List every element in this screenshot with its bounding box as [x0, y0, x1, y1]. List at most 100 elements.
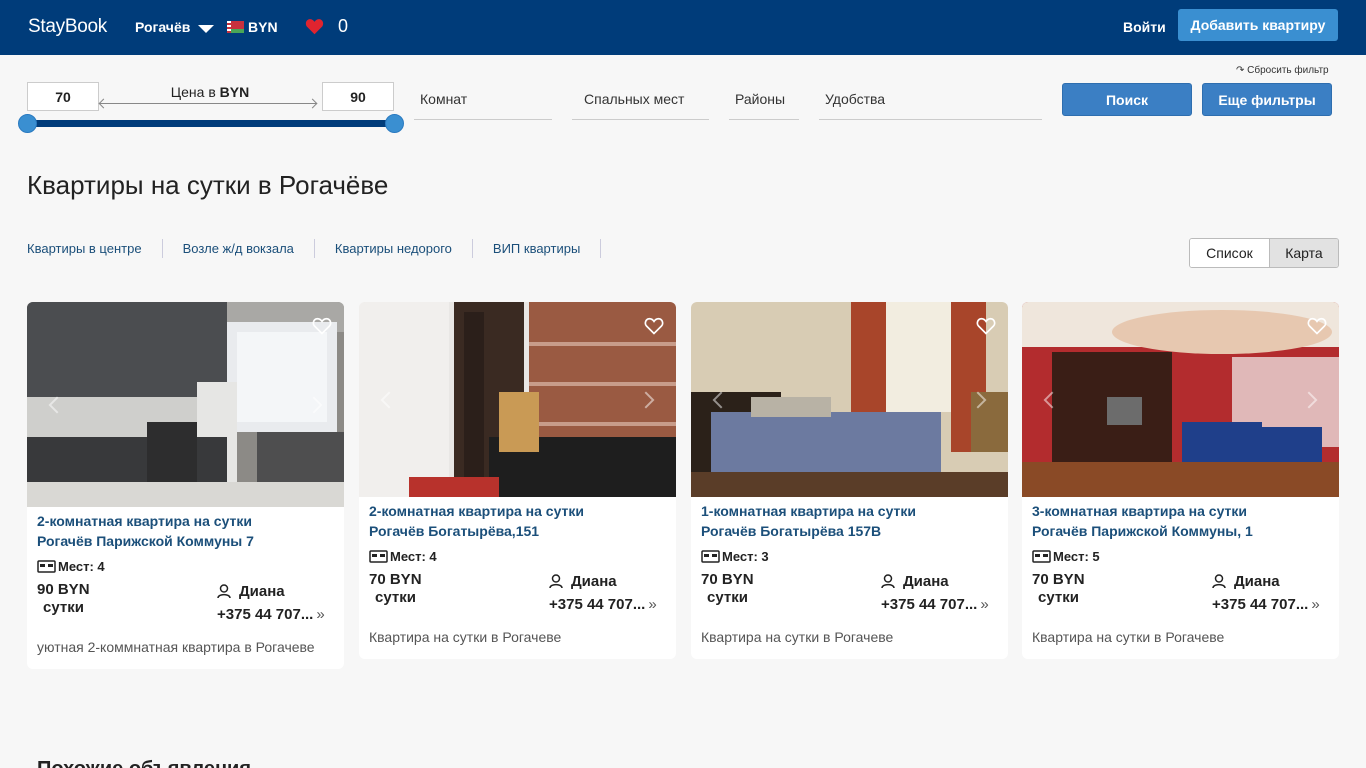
double-chevron-right-icon: »	[1311, 596, 1320, 613]
phone-number: +375 44 707...	[217, 606, 314, 623]
price-period: сутки	[375, 589, 416, 606]
kitchen-photo	[27, 302, 344, 507]
price-period: сутки	[707, 589, 748, 606]
bed-icon	[37, 560, 56, 573]
listing-title[interactable]: 2-комнатная квартира на сутки Рогачёв Бо…	[359, 497, 676, 541]
owner-name: Диана	[239, 583, 285, 600]
price-currency: BYN	[219, 84, 250, 100]
favorite-heart-icon[interactable]	[644, 316, 664, 336]
amenities-filter[interactable]: Удобства	[819, 91, 1042, 120]
listing-owner: Диана	[881, 573, 949, 590]
view-toggle: Список Карта	[1189, 238, 1339, 268]
favorite-heart-icon[interactable]	[312, 316, 332, 336]
listing-places: Мест: 5	[1022, 541, 1339, 567]
listing-price: 70 BYN сутки	[701, 571, 754, 607]
listing-description: Квартира на сутки в Рогачеве	[1032, 629, 1225, 645]
show-phone-link[interactable]: +375 44 707... »	[881, 596, 989, 613]
price-min-input[interactable]: 70	[27, 82, 99, 111]
price-slider-track[interactable]	[27, 120, 394, 127]
listing-description: уютная 2-коммнатная квартира в Рогачеве	[37, 639, 315, 655]
listing-photo-dining[interactable]	[359, 302, 676, 497]
user-icon	[1212, 574, 1226, 589]
listing-title-line1: 2-комнатная квартира на сутки	[37, 513, 253, 529]
show-phone-link[interactable]: +375 44 707... »	[217, 606, 325, 623]
living-room-photo	[1022, 302, 1339, 497]
listing-title-line2: Рогачёв Богатырёва,151	[369, 523, 540, 539]
listing-card[interactable]: 2-комнатная квартира на сутки Рогачёв Бо…	[359, 302, 676, 659]
bed-icon	[1032, 550, 1051, 563]
listing-price: 70 BYN сутки	[369, 571, 422, 607]
listing-owner: Диана	[1212, 573, 1280, 590]
places-count: Мест: 5	[1053, 549, 1100, 564]
city-label: Рогачёв	[135, 19, 191, 35]
city-selector[interactable]: Рогачёв	[135, 19, 215, 35]
listing-description: Квартира на сутки в Рогачеве	[701, 629, 894, 645]
price-value: 90 BYN	[37, 581, 90, 598]
quick-links: Квартиры в центре Возле ж/д вокзала Квар…	[27, 239, 602, 258]
phone-number: +375 44 707...	[1212, 596, 1309, 613]
reset-filter-link[interactable]: ↷ Сбросить фильтр	[1236, 65, 1329, 76]
listing-title-line1: 2-комнатная квартира на сутки	[369, 503, 585, 519]
favorite-heart-icon[interactable]	[1307, 316, 1327, 336]
belarus-flag-icon	[227, 21, 244, 33]
places-count: Мест: 3	[722, 549, 769, 564]
listing-title-line2: Рогачёв Богатырёва 157В	[701, 523, 882, 539]
logo[interactable]: StayBook	[28, 16, 107, 38]
listing-card[interactable]: 2-комнатная квартира на сутки Рогачёв Па…	[27, 302, 344, 669]
user-icon	[549, 574, 563, 589]
map-view-button[interactable]: Карта	[1268, 239, 1338, 267]
price-value: 70 BYN	[1032, 571, 1085, 588]
listing-places: Мест: 4	[359, 541, 676, 567]
currency-selector[interactable]: BYN	[227, 19, 278, 35]
districts-filter[interactable]: Районы	[729, 91, 799, 120]
listing-card[interactable]: 3-комнатная квартира на сутки Рогачёв Па…	[1022, 302, 1339, 659]
add-apartment-button[interactable]: Добавить квартиру	[1178, 9, 1338, 41]
price-max-input[interactable]: 90	[322, 82, 394, 111]
double-chevron-right-icon: »	[980, 596, 989, 613]
price-period: сутки	[43, 599, 84, 616]
bedroom-photo	[691, 302, 1008, 497]
quick-link-center[interactable]: Квартиры в центре	[27, 239, 163, 258]
phone-number: +375 44 707...	[881, 596, 978, 613]
quick-link-cheap[interactable]: Квартиры недорого	[315, 239, 473, 258]
owner-name: Диана	[1234, 573, 1280, 590]
list-view-button[interactable]: Список	[1190, 239, 1269, 267]
owner-name: Диана	[903, 573, 949, 590]
listing-places: Мест: 4	[27, 551, 344, 577]
price-value: 70 BYN	[369, 571, 422, 588]
show-phone-link[interactable]: +375 44 707... »	[1212, 596, 1320, 613]
listing-description: Квартира на сутки в Рогачеве	[369, 629, 562, 645]
bed-icon	[369, 550, 388, 563]
quick-link-vip[interactable]: ВИП квартиры	[473, 239, 602, 258]
search-button[interactable]: Поиск	[1062, 83, 1192, 116]
price-range-arrow	[100, 103, 316, 104]
price-slider-max-handle[interactable]	[385, 114, 404, 133]
listing-title-line1: 3-комнатная квартира на сутки	[1032, 503, 1248, 519]
favorites-button[interactable]: 0	[305, 16, 348, 37]
favorite-heart-icon[interactable]	[976, 316, 996, 336]
listing-title[interactable]: 3-комнатная квартира на сутки Рогачёв Па…	[1022, 497, 1339, 541]
heart-icon	[305, 19, 324, 35]
favorites-count: 0	[338, 16, 349, 36]
listing-title[interactable]: 2-комнатная квартира на сутки Рогачёв Па…	[27, 507, 344, 551]
show-phone-link[interactable]: +375 44 707... »	[549, 596, 657, 613]
owner-name: Диана	[571, 573, 617, 590]
listing-photo-bedroom[interactable]	[691, 302, 1008, 497]
beds-filter[interactable]: Спальных мест	[572, 91, 709, 120]
currency-label: BYN	[248, 19, 278, 35]
listing-title[interactable]: 1-комнатная квартира на сутки Рогачёв Бо…	[691, 497, 1008, 541]
rooms-filter[interactable]: Комнат	[414, 91, 552, 120]
listing-title-line2: Рогачёв Парижской Коммуны, 1	[1032, 523, 1253, 539]
listing-photo-living-room[interactable]	[1022, 302, 1339, 497]
dining-photo	[359, 302, 676, 497]
listing-price: 70 BYN сутки	[1032, 571, 1085, 607]
user-icon	[217, 584, 231, 599]
listing-owner: Диана	[217, 583, 285, 600]
listing-card[interactable]: 1-комнатная квартира на сутки Рогачёв Бо…	[691, 302, 1008, 659]
quick-link-station[interactable]: Возле ж/д вокзала	[163, 239, 315, 258]
login-link[interactable]: Войти	[1123, 19, 1166, 35]
more-filters-button[interactable]: Еще фильтры	[1202, 83, 1332, 116]
price-slider-min-handle[interactable]	[18, 114, 37, 133]
double-chevron-right-icon: »	[316, 606, 325, 623]
listing-photo-kitchen[interactable]	[27, 302, 344, 507]
